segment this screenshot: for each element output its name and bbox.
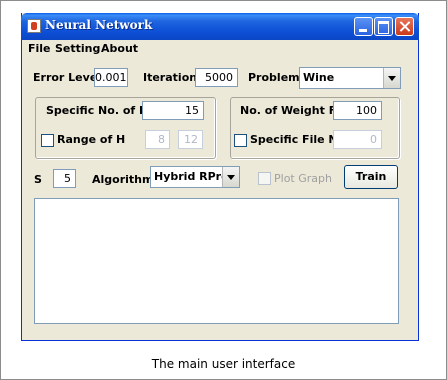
plot-graph-checkbox[interactable] — [258, 172, 271, 185]
window-title: Neural Network — [45, 18, 153, 32]
problem-label: Problem — [248, 71, 300, 84]
maximize-button[interactable] — [374, 17, 393, 36]
range-h-to-field[interactable]: 12 — [178, 130, 203, 149]
specific-h-label: Specific No. of H — [46, 104, 149, 117]
train-button[interactable]: Train — [344, 165, 398, 189]
menu-file[interactable]: File — [28, 42, 51, 55]
algorithm-label: Algorithm — [92, 173, 154, 186]
error-level-field[interactable]: 0.001 — [94, 68, 128, 87]
s-field[interactable]: 5 — [53, 169, 76, 188]
chevron-down-icon[interactable] — [383, 68, 400, 88]
menu-about[interactable]: About — [101, 42, 138, 55]
specific-h-field[interactable]: 15 — [142, 101, 204, 120]
s-label: S — [34, 173, 42, 186]
output-text-area[interactable] — [34, 198, 399, 324]
range-h-checkbox[interactable] — [41, 134, 54, 147]
specific-file-field[interactable]: 0 — [333, 130, 382, 149]
iteration-field[interactable]: 5000 — [195, 68, 238, 87]
close-button[interactable] — [395, 17, 414, 36]
iteration-label: Iteration — [143, 71, 198, 84]
problem-dropdown[interactable]: Wine — [299, 67, 401, 89]
menu-setting[interactable]: Setting — [55, 42, 100, 55]
menu-bar: File Setting About — [22, 40, 418, 58]
plot-graph-label: Plot Graph — [274, 172, 332, 185]
java-cup-icon — [27, 19, 41, 33]
specific-file-checkbox[interactable] — [234, 134, 247, 147]
range-h-label: Range of H — [57, 133, 126, 146]
chevron-down-icon[interactable] — [222, 167, 239, 187]
title-bar[interactable]: Neural Network — [21, 13, 419, 40]
error-level-label: Error Level — [33, 71, 102, 84]
weight-file-field[interactable]: 100 — [333, 101, 382, 120]
minimize-button[interactable] — [354, 17, 373, 36]
figure-caption: The main user interface — [151, 357, 296, 371]
range-h-from-field[interactable]: 8 — [145, 130, 170, 149]
app-window: Neural Network File Setting About Error … — [21, 13, 419, 341]
algorithm-dropdown[interactable]: Hybrid RProp — [150, 166, 240, 188]
problem-value: Wine — [303, 71, 335, 84]
